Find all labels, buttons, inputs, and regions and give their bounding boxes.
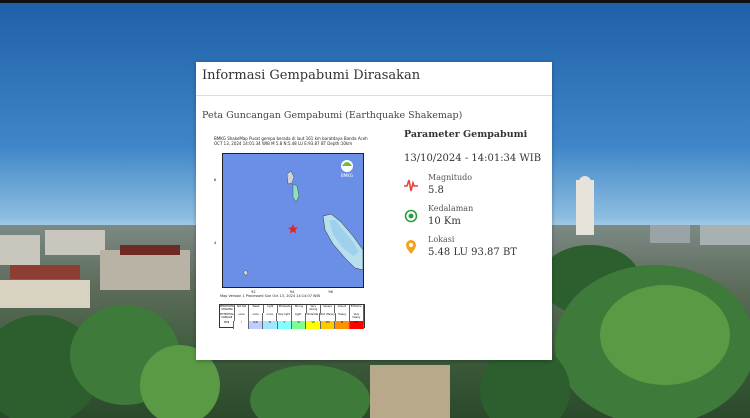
seismograph-icon [404,177,418,193]
legend-cell: Strong [292,305,307,313]
top-bar [0,0,750,3]
epicenter-star-icon [288,224,298,234]
legend-cell: Moderate [306,313,320,321]
depth-label: Kedalaman [428,204,474,213]
legend-cell: POTENTIAL DAMAGE [220,313,235,321]
shakemap-foot-line: Map Version 1 Processed Sun Oct 13, 2024… [220,294,320,298]
param-magnitude: Magnitudo 5.8 [404,173,550,203]
minaret-dome [579,176,591,184]
legend-cell: VII [306,321,321,329]
legend-cell: V [277,321,293,329]
earthquake-info-card: Informasi Gempabumi Dirasakan Peta Gunca… [196,62,552,360]
legend-cell: Heavy [336,313,350,321]
legend-cell: IX [335,321,350,329]
legend-cell: VIII [320,321,336,329]
card-divider [196,95,552,96]
shakemap-image[interactable]: BMKG ShakeMap Pusat gempa berada di laut… [214,136,370,334]
depth-value: 10 Km [428,216,461,227]
legend-cell: II-III [248,321,264,329]
depth-icon [404,208,418,224]
legend-row: PERCEIVED SHAKING Not felt Weak Light Modera… [220,305,364,313]
shakemap-map: BMKG [222,153,364,288]
legend-cell: Very light [277,313,292,321]
legend-cell: Light [292,313,306,321]
param-depth: Kedalaman 10 Km [404,204,550,234]
legend-cell: IV [263,321,278,329]
minaret [576,180,594,235]
legend-cell: Not felt [235,305,250,313]
parameter-title: Parameter Gempabumi [404,129,528,140]
legend-cell: VI [292,321,307,329]
island-small [286,170,295,185]
legend-row: MMI I II-III IV V VI VII VIII IX X+ [220,321,365,329]
legend-cell: none [235,313,249,321]
legend-row: POTENTIAL DAMAGE none none none Very light Li… [220,313,365,321]
island-weh [292,183,300,203]
location-value: 5.48 LU 93.87 BT [428,247,517,258]
legend-cell: Weak [249,305,264,313]
shakemap-legend: PERCEIVED SHAKING Not felt Weak Light Modera… [219,304,365,329]
island-tiny [242,269,249,277]
legend-cell: Moderate [278,305,293,313]
shakemap-sub-line: OCT 13, 2024 14:01:34 WIB M 5.8 N:5.48 L… [214,141,353,146]
location-pin-icon [404,239,418,255]
legend-cell: Light [264,305,278,313]
legend-cell: Violent [335,305,350,313]
legend-cell: Mod./Heavy [320,313,336,321]
legend-cell: Very Heavy [350,313,365,321]
y-tick-label: 4 [214,241,217,245]
shakemap-map-svg: BMKG [242,160,363,277]
parameter-panel: Parameter Gempabumi 13/10/2024 - 14:01:3… [404,129,550,258]
shakemap-footer: 92 94 96 Map Version 1 Processed Sun Oct… [214,290,370,298]
y-tick-label: 6 [214,178,217,182]
magnitude-label: Magnitudo [428,173,473,182]
legend-cell: I [234,321,249,329]
legend-cell: MMI [220,321,235,329]
event-datetime: 13/10/2024 - 14:01:34 WIB [404,153,542,164]
x-tick-label: 96 [328,290,333,294]
shakemap-caption: Peta Guncangan Gempabumi (Earthquake Sha… [202,110,463,121]
bmkg-logo-label: BMKG [341,173,353,178]
shakemap-header: BMKG ShakeMap Pusat gempa berada di laut… [214,136,370,152]
legend-cell: Very strong [307,305,321,313]
magnitude-value: 5.8 [428,185,444,196]
legend-cell: none [263,313,278,321]
legend-cell: X+ [349,321,365,329]
param-location: Lokasi 5.48 LU 93.87 BT [404,235,550,265]
legend-cell: Extreme [350,305,364,313]
location-label: Lokasi [428,235,455,244]
legend-cell: none [249,313,264,321]
card-title: Informasi Gempabumi Dirasakan [202,68,421,83]
legend-cell: Severe [321,305,336,313]
legend-cell: PERCEIVED SHAKING [220,305,235,313]
